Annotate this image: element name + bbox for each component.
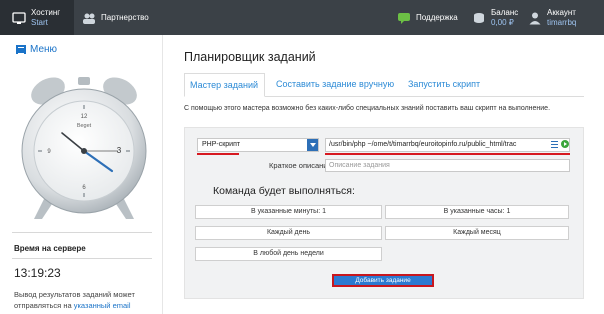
- minutes-option-button[interactable]: В указанные минуты: 1: [195, 205, 382, 219]
- wizard-panel: PHP-скрипт /usr/bin/php ~/ome/t/timarrbq…: [184, 127, 584, 299]
- month-option-button[interactable]: Каждый месяц: [385, 226, 569, 240]
- page-title: Планировщик заданий: [184, 50, 316, 64]
- nav-support[interactable]: Поддержка: [397, 0, 458, 35]
- weekday-option-button[interactable]: В любой день недели: [195, 247, 382, 261]
- clock-numeral-12: 12: [81, 114, 88, 120]
- nav-hosting-label: Хостинг: [31, 7, 61, 17]
- nav-partners-label: Партнерство: [101, 13, 149, 22]
- nav-partners[interactable]: Партнерство: [82, 0, 149, 35]
- user-icon: [528, 11, 542, 25]
- nav-balance[interactable]: Баланс 0,00 ₽: [472, 0, 518, 35]
- tab-wizard[interactable]: Мастер заданий: [184, 73, 265, 97]
- sidebar-divider: [12, 258, 152, 259]
- alarm-clock-illustration: 12 3 6 9 Beget: [14, 69, 154, 229]
- tabs: Мастер заданий Составить задание вручную…: [184, 73, 584, 97]
- script-type-value: PHP-скрипт: [202, 141, 241, 148]
- chevron-down-icon: [307, 139, 318, 151]
- add-task-button[interactable]: Добавить задание: [332, 274, 434, 287]
- email-settings-link[interactable]: указанный email: [74, 301, 131, 310]
- clock-numeral-3: 3: [117, 146, 122, 155]
- day-option-button[interactable]: Каждый день: [195, 226, 382, 240]
- nav-hosting[interactable]: Хостинг Start: [0, 0, 74, 35]
- description-input[interactable]: Описание задания: [325, 159, 570, 172]
- coins-icon: [472, 11, 486, 25]
- tab-manual[interactable]: Составить задание вручную: [271, 73, 399, 97]
- nav-balance-value: 0,00 ₽: [491, 17, 514, 27]
- script-type-select[interactable]: PHP-скрипт: [197, 138, 319, 152]
- hours-option-button[interactable]: В указанные часы: 1: [385, 205, 569, 219]
- schedule-title: Команда будет выполняться:: [213, 185, 355, 197]
- menu-label: Меню: [30, 44, 58, 55]
- file-browser-icon[interactable]: [551, 141, 558, 148]
- menu-toggle-button[interactable]: Меню: [16, 44, 57, 55]
- partners-icon: [82, 11, 96, 25]
- server-time-title: Время на сервере: [14, 244, 86, 253]
- run-check-icon[interactable]: [561, 140, 569, 148]
- support-chat-icon: [397, 11, 411, 25]
- highlight-underline: [325, 153, 570, 155]
- sidebar: Меню 12 3 6 9 Beget Время на сервере 13:…: [0, 35, 163, 314]
- nav-account[interactable]: Аккаунт timarrbq: [528, 0, 576, 35]
- tab-run-script[interactable]: Запустить скрипт: [403, 73, 485, 97]
- nav-balance-label: Баланс: [491, 7, 519, 17]
- top-navigation-bar: Хостинг Start Партнерство Поддержка Бала…: [0, 0, 604, 35]
- sidebar-divider: [12, 232, 152, 233]
- main-content: Планировщик заданий Мастер заданий Соста…: [164, 35, 604, 314]
- nav-account-login: timarrbq: [547, 17, 577, 27]
- nav-support-label: Поддержка: [416, 13, 458, 22]
- highlight-underline: [197, 153, 239, 155]
- description-label: Краткое описание:: [269, 161, 334, 170]
- hosting-icon: [12, 11, 26, 25]
- nav-account-label: Аккаунт: [547, 7, 576, 17]
- script-path-input[interactable]: /usr/bin/php ~/ome/t/timarrbq/euroitopin…: [325, 138, 570, 152]
- server-note: Вывод результатов заданий может отправля…: [14, 289, 149, 311]
- nav-hosting-plan: Start: [31, 17, 48, 27]
- intro-text: С помощью этого мастера возможно без как…: [184, 105, 551, 112]
- server-time-value: 13:19:23: [14, 266, 61, 280]
- menu-icon: [16, 45, 26, 54]
- clock-brand: Beget: [77, 123, 92, 129]
